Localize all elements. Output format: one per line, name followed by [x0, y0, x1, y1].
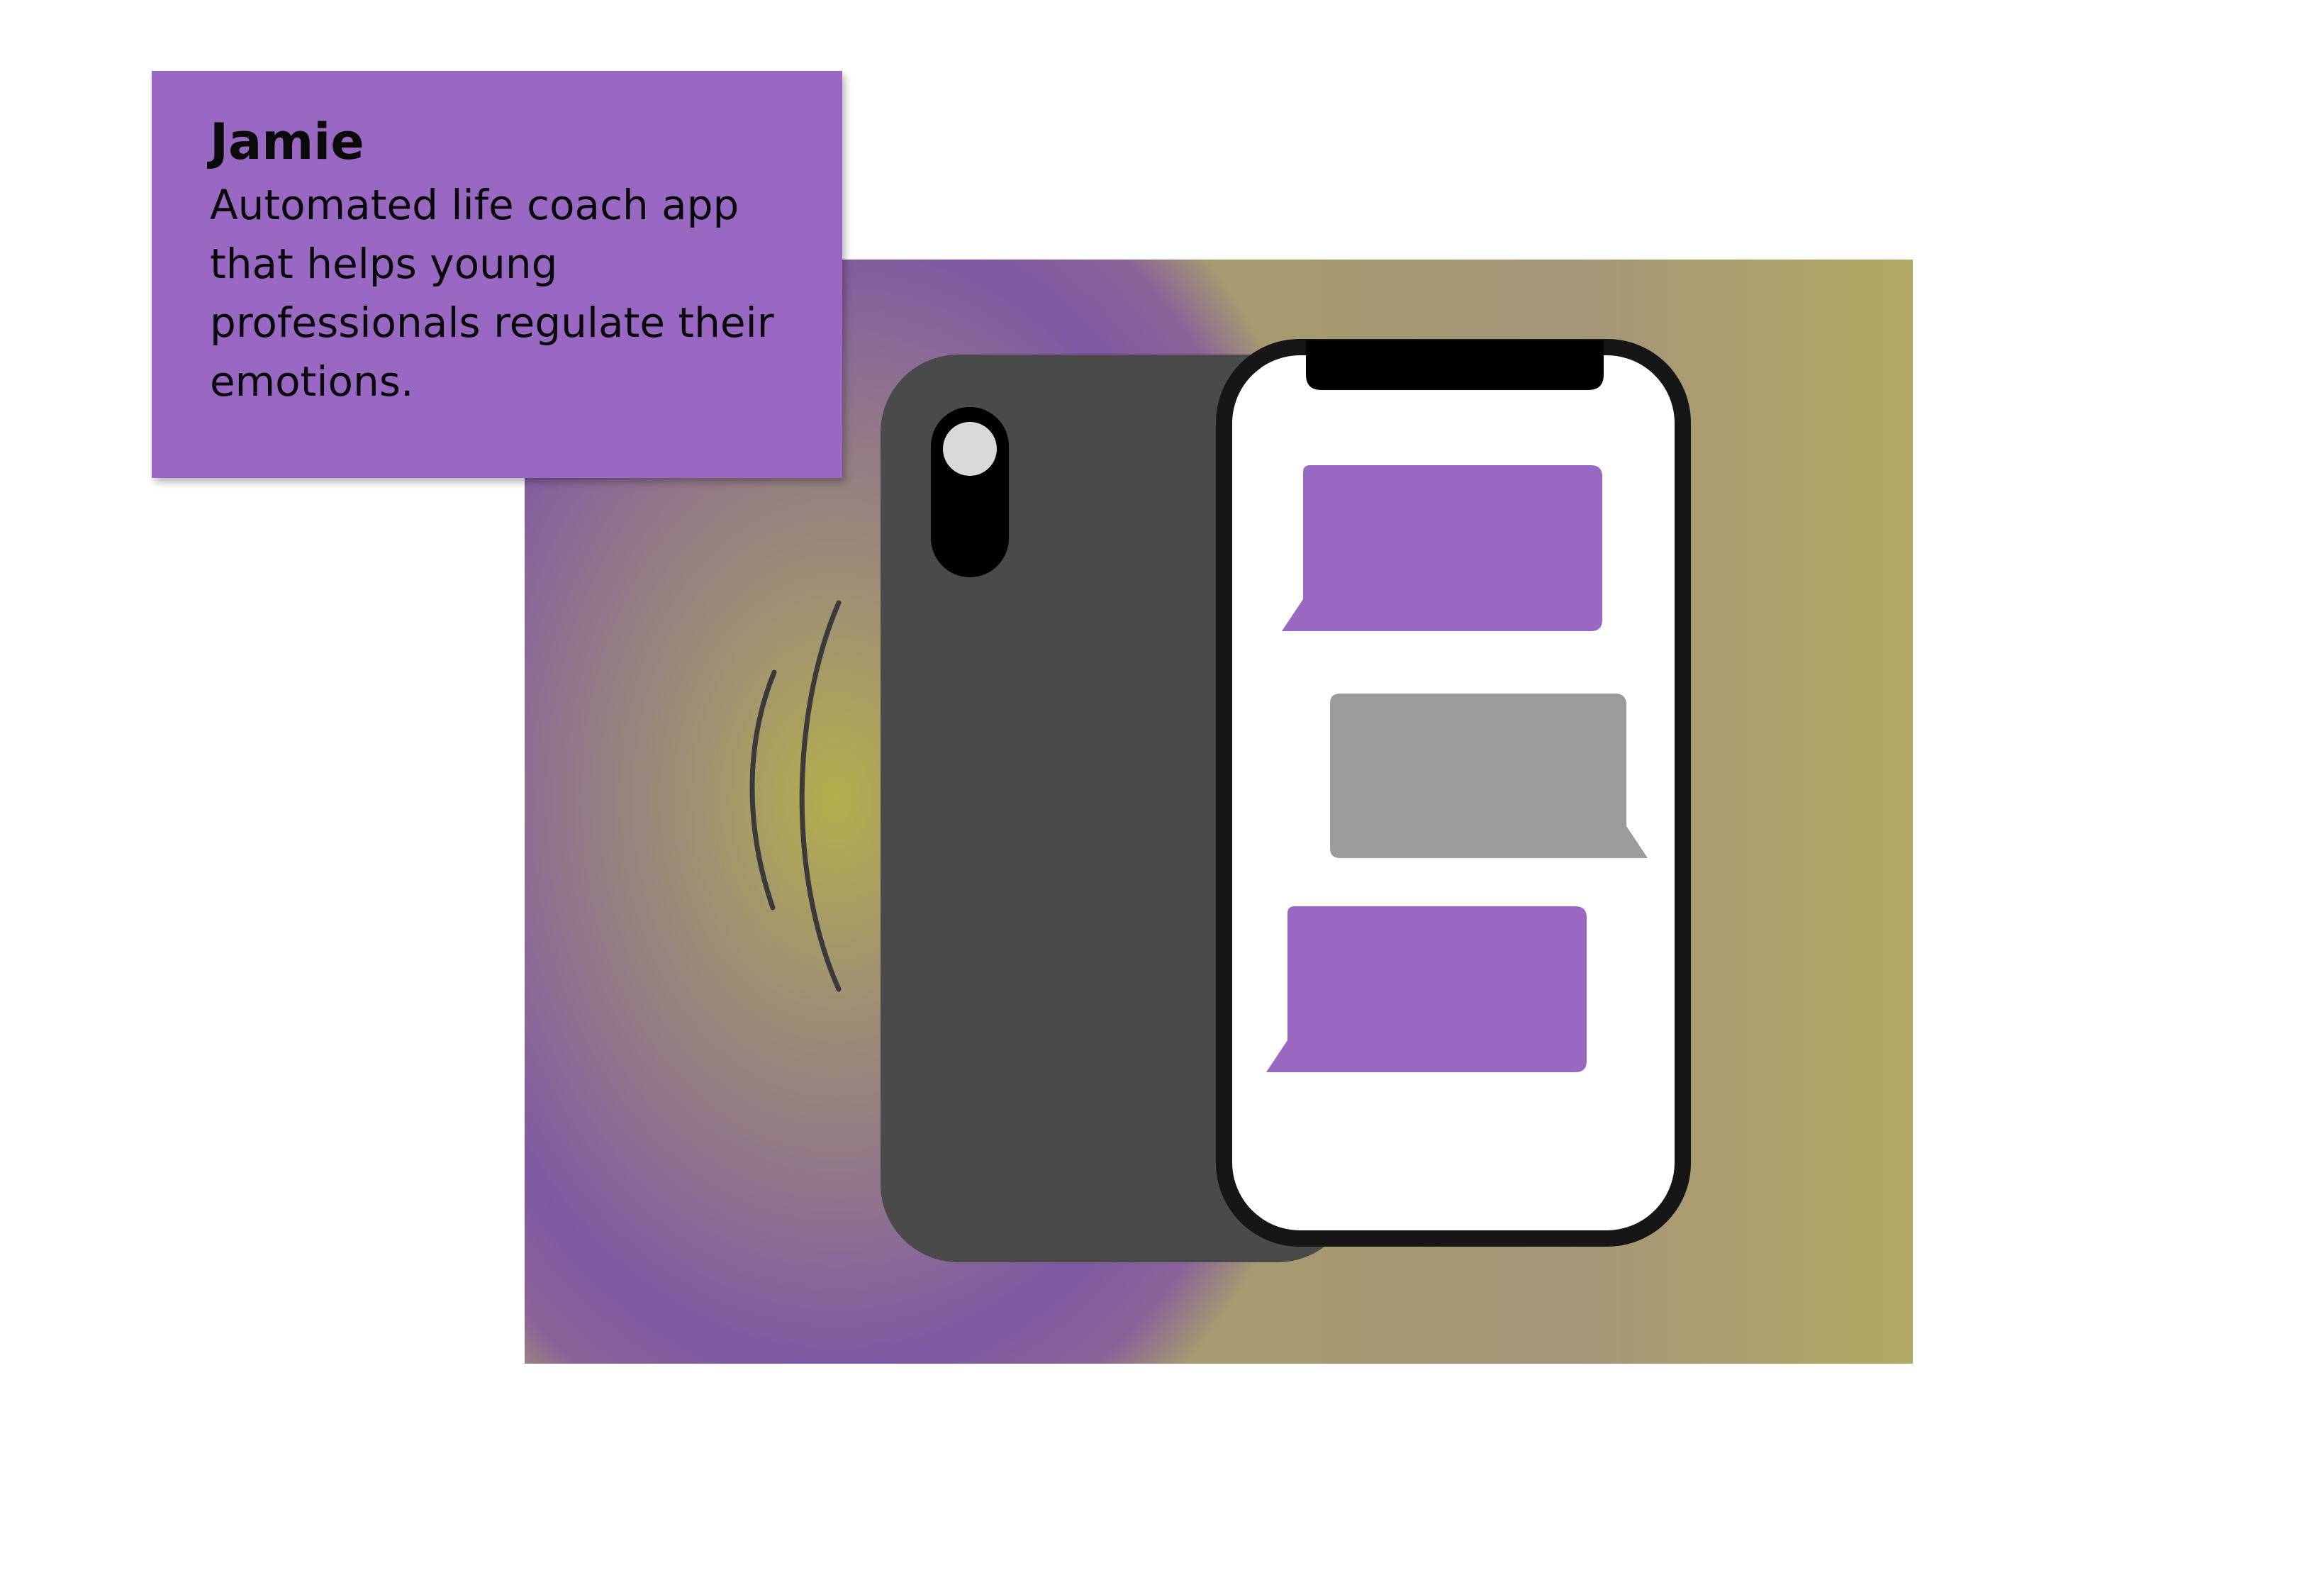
camera-icon [943, 422, 997, 476]
app-description-card: Jamie Automated life coach app that help… [152, 71, 842, 478]
chat-bubble-icon [1282, 465, 1602, 631]
card-title: Jamie [210, 113, 364, 171]
chat-bubble-icon [1266, 906, 1587, 1072]
chat-bubble-icon [1330, 694, 1648, 858]
vibration-line-outer [799, 600, 842, 992]
phone-notch [1306, 340, 1604, 390]
vibration-icon [749, 600, 842, 992]
illustration-canvas: Jamie Automated life coach app that help… [0, 0, 2324, 1575]
card-description: Automated life coach app that helps youn… [210, 181, 774, 406]
vibration-line-inner [749, 669, 777, 911]
